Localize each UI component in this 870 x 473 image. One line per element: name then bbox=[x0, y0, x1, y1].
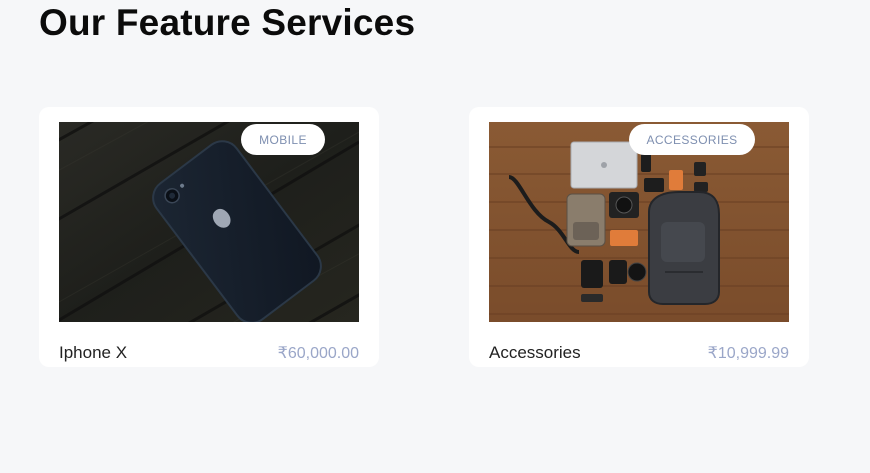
category-badge[interactable]: MOBILE bbox=[241, 124, 325, 155]
product-name[interactable]: Accessories bbox=[489, 343, 581, 363]
product-name[interactable]: Iphone X bbox=[59, 343, 127, 363]
category-badge[interactable]: ACCESSORIES bbox=[629, 124, 755, 155]
product-card-iphone[interactable]: MOBILE Iphone X ₹60,000.00 bbox=[39, 107, 379, 367]
product-price: ₹60,000.00 bbox=[277, 345, 359, 362]
section-title: Our Feature Services bbox=[39, 2, 416, 43]
product-price: ₹10,999.99 bbox=[707, 345, 789, 362]
product-card-accessories[interactable]: ACCESSORIES Accessories ₹10,999.99 bbox=[469, 107, 809, 367]
